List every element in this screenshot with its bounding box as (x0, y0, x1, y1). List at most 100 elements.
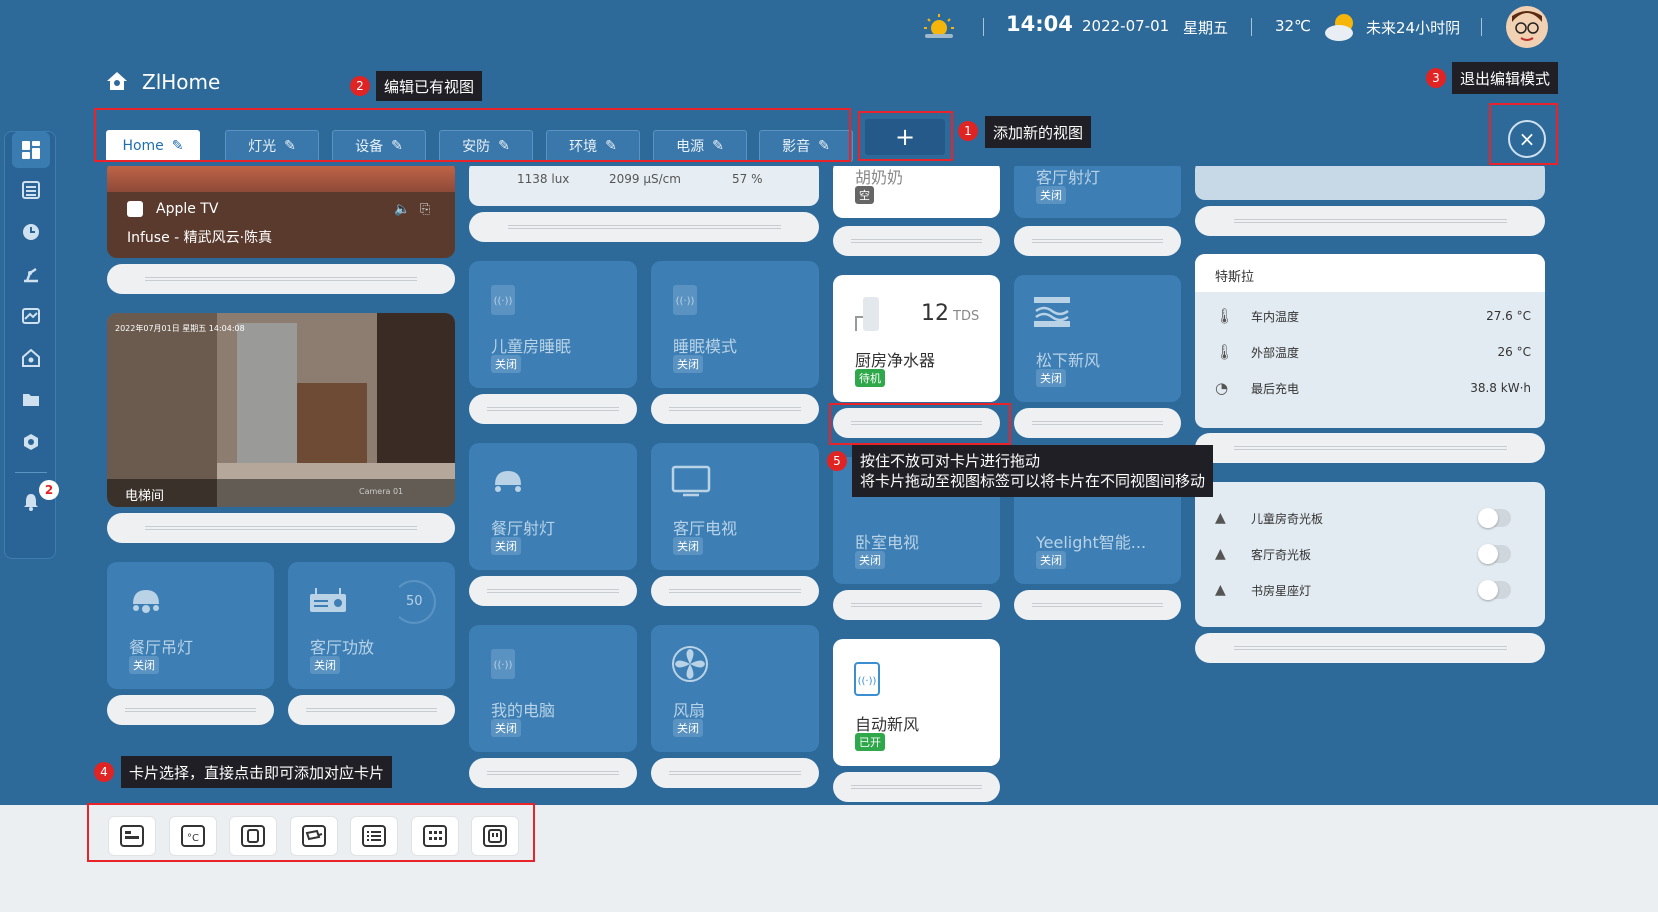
device-card-c3[interactable]: 餐厅射灯 关闭 (469, 443, 637, 570)
device-card-c1[interactable]: ((·)) 儿童房睡眠 关闭 (469, 261, 637, 388)
sidebar-item-files[interactable] (12, 382, 50, 418)
camera-label: 电梯间 (125, 489, 165, 504)
sidebar-item-home-assistant[interactable] (12, 340, 50, 376)
card-drag-handle[interactable] (288, 695, 455, 725)
card-name: 卧室电视 (855, 533, 920, 552)
lamp-icon: ▲ (1215, 582, 1226, 598)
sidebar-item-list[interactable] (12, 172, 50, 208)
tip-edit-views: 编辑已有视图 (376, 71, 483, 101)
card-drag-handle[interactable] (469, 394, 637, 424)
device-card-c12[interactable]: 松下新风 关闭 (1014, 275, 1181, 402)
card-drag-handle[interactable] (1014, 408, 1181, 438)
card-name: 客厅射灯 (1036, 168, 1101, 187)
app-title: ZlHome (142, 70, 221, 94)
sidebar-item-automation[interactable] (12, 256, 50, 292)
divider (1251, 18, 1252, 36)
card-drag-handle[interactable] (1014, 226, 1181, 256)
svg-text:((·)): ((·)) (494, 296, 513, 307)
amplifier-icon (310, 588, 346, 612)
card-drag-handle[interactable] (651, 758, 819, 788)
toggle-switch[interactable] (1478, 580, 1511, 600)
card-drag-handle[interactable] (1195, 206, 1545, 236)
date-text: 2022-07-01 (1082, 17, 1170, 35)
device-card-c10[interactable]: 客厅射灯 关闭 (1014, 160, 1181, 218)
card-state: 关闭 (491, 355, 521, 373)
dashboard-icon (22, 141, 40, 159)
card-drag-handle[interactable] (1195, 633, 1545, 663)
clock-time: 14:04 (1006, 12, 1073, 36)
sidebar-item-map[interactable] (12, 298, 50, 334)
card-drag-handle[interactable] (469, 576, 637, 606)
device-card-c7[interactable]: 餐厅吊灯 关闭 (107, 562, 274, 689)
card-name: 自动新风 (855, 715, 920, 734)
card-drag-handle[interactable] (107, 264, 455, 294)
sensor-conductivity: 2099 μS/cm (609, 172, 681, 186)
device-card-c15[interactable]: ((·)) 自动新风 已开 (833, 639, 1000, 766)
device-card-c6[interactable]: 风扇 关闭 (651, 625, 819, 752)
card-drag-handle[interactable] (651, 394, 819, 424)
camera-feed-image (107, 313, 455, 507)
tesla-row-label: 车内温度 (1251, 309, 1300, 324)
svg-text:((·)): ((·)) (676, 296, 695, 307)
card-state: 关闭 (673, 719, 703, 737)
device-card-c5[interactable]: ((·)) 我的电脑 关闭 (469, 625, 637, 752)
card-name: 餐厅射灯 (491, 519, 556, 538)
card-drag-handle[interactable] (107, 513, 455, 543)
card-drag-handle[interactable] (833, 226, 1000, 256)
volume-icon[interactable]: 🔈 (394, 202, 410, 217)
device-card-c8[interactable]: 50 客厅功放 关闭 (288, 562, 455, 689)
device-card-c4[interactable]: 客厅电视 关闭 (651, 443, 819, 570)
switch-label: 客厅奇光板 (1251, 547, 1312, 562)
sensor-lux: 1138 lux (517, 172, 570, 186)
thermometer-icon: 🌡 (1215, 307, 1235, 325)
sidebar: 2 (4, 131, 59, 559)
media-source: Apple TV (156, 201, 219, 217)
sidebar-item-history[interactable] (12, 214, 50, 250)
weekday-text: 星期五 (1183, 19, 1229, 37)
sidebar-item-settings[interactable] (12, 424, 50, 460)
toggle-switch[interactable] (1478, 544, 1511, 564)
toggle-switch[interactable] (1478, 508, 1511, 528)
card-name: 儿童房睡眠 (491, 337, 572, 356)
temperature-text: 32℃ (1275, 17, 1311, 35)
card-drag-handle[interactable] (1195, 433, 1545, 463)
media-title: Infuse - 精武风云·陈真 (127, 230, 273, 246)
card-name: 我的电脑 (491, 701, 556, 720)
tip-card-picker: 卡片选择，直接点击即可添加对应卡片 (121, 756, 393, 788)
device-card-c2[interactable]: ((·)) 睡眠模式 关闭 (651, 261, 819, 388)
device-card-c11[interactable]: 12 TDS 厨房净水器 待机 (833, 275, 1000, 402)
avatar[interactable] (1506, 6, 1548, 48)
media-player-card[interactable]: Apple TV 🔈 ⎘ Infuse - 精武风云·陈真 (107, 160, 455, 258)
card-drag-handle[interactable] (469, 758, 637, 788)
television-icon (671, 465, 711, 497)
tesla-card[interactable]: 特斯拉 🌡 车内温度 27.6 °C 🌡 外部温度 26 °C ◔ 最后充电 3… (1195, 254, 1545, 428)
card-drag-handle[interactable] (107, 695, 274, 725)
tesla-row-value: 27.6 °C (1486, 309, 1531, 323)
card-drag-handle[interactable] (1014, 590, 1181, 620)
card-name: 厨房净水器 (855, 351, 936, 370)
camera-card[interactable]: 2022年07月01日 星期五 14:04:08 电梯间 Camera 01 (107, 313, 455, 507)
card-state: 关闭 (310, 656, 340, 674)
tip-line: 将卡片拖动至视图标签可以将卡片在不同视图间移动 (860, 472, 1206, 490)
card-drag-handle[interactable] (833, 590, 1000, 620)
source-select-icon[interactable]: ⎘ (420, 202, 430, 217)
highlight-add-view (858, 111, 953, 161)
tip-number: 4 (94, 762, 114, 782)
sidebar-item-dashboard[interactable] (12, 132, 50, 168)
card-drag-handle[interactable] (651, 576, 819, 606)
card-state: 已开 (855, 733, 885, 751)
card-state: 关闭 (1036, 186, 1066, 204)
bell-icon (24, 494, 38, 511)
card-drag-handle[interactable] (833, 772, 1000, 802)
switch-list-card[interactable]: ▲ 儿童房奇光板 ▲ 客厅奇光板 ▲ 书房星座灯 (1195, 482, 1545, 627)
switch-row: ▲ 客厅奇光板 (1215, 538, 1531, 570)
card-state: 关闭 (1036, 551, 1066, 569)
tesla-row: 🌡 外部温度 26 °C (1215, 336, 1531, 368)
tip-number: 5 (827, 451, 847, 471)
camera-overlay-cam: Camera 01 (359, 487, 404, 496)
card-drag-handle[interactable] (469, 212, 819, 242)
card-state: 关闭 (129, 656, 159, 674)
partial-card-top[interactable] (1195, 160, 1545, 200)
partly-cloudy-icon (1322, 10, 1360, 44)
forecast-text: 未来24小时阴 (1366, 19, 1461, 37)
